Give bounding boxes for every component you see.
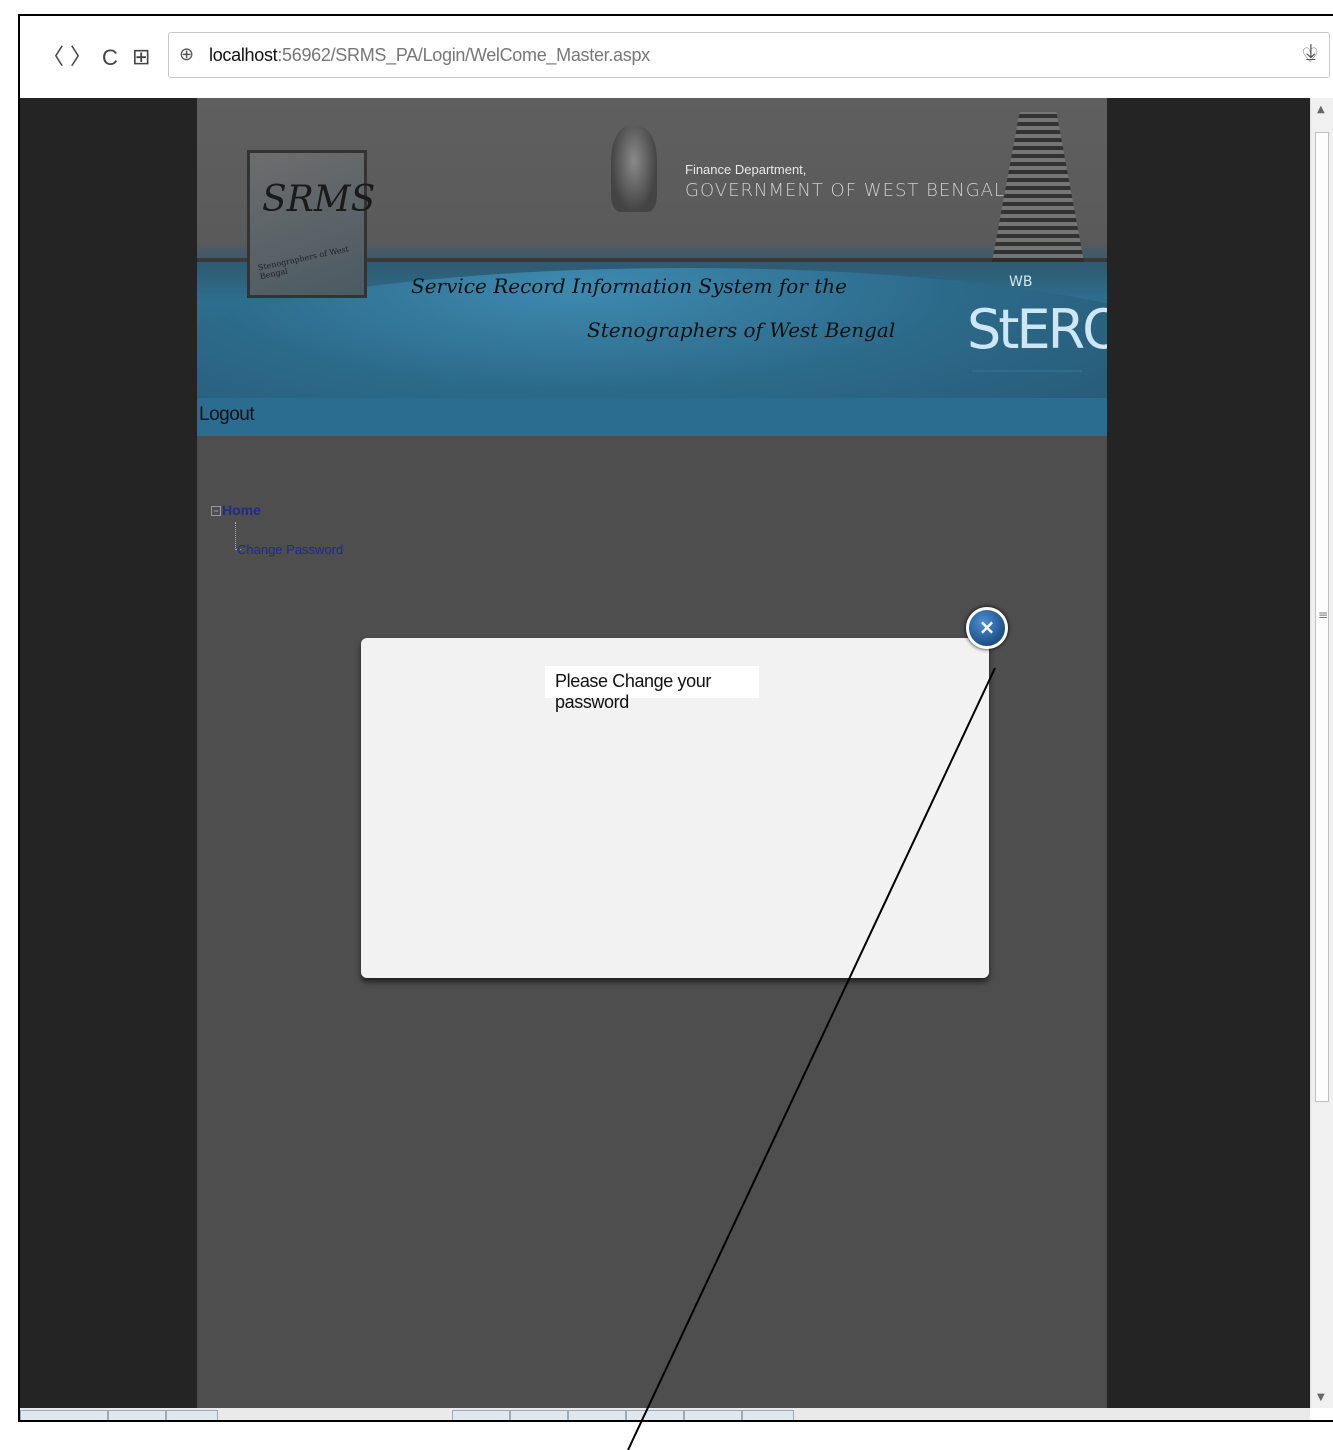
back-button[interactable]: 〈 [42,46,64,70]
modal-message: Please Change your password [545,666,759,712]
srms-logo: SRMS Stenographers of West Bengal [247,150,375,298]
finance-department-text: Finance Department, [685,162,807,177]
download-icon[interactable]: ⤓ [1306,40,1316,65]
url-text[interactable]: localhost:56962/SRMS_PA/Login/WelCome_Ma… [209,45,650,66]
tree-node-home[interactable]: − Home [211,502,261,518]
browser-toolbar: 〈 〉 C ⊞ ⊕ localhost:56962/SRMS_PA/Login/… [20,16,1333,96]
site-banner: SRMS Stenographers of West Bengal Financ… [197,98,1107,398]
reload-button[interactable]: C [102,46,118,70]
taskbar-strip [20,1408,1310,1420]
forward-button[interactable]: 〉 [70,46,92,70]
stero-wb-text: WB [1009,274,1033,290]
scroll-up-icon[interactable]: ▲ [1317,104,1325,115]
scroll-down-icon[interactable]: ▼ [1317,1392,1325,1403]
close-button[interactable]: × [966,607,1008,649]
password-modal: Please Change your password [361,638,989,978]
tree-home-label[interactable]: Home [222,502,261,518]
tagline-line2: Stenographers of West Bengal [587,318,896,342]
national-emblem-icon [611,126,657,212]
globe-icon: ⊕ [179,44,195,65]
tagline-line1: Service Record Information System for th… [411,274,848,298]
stero-logo: StERO [967,298,1107,361]
building-icon [992,112,1084,262]
menu-bar: Logout [197,398,1107,436]
vertical-scrollbar[interactable]: ▲ ≡ ▼ [1310,98,1333,1408]
government-text: GOVERNMENT OF WEST BENGAL [685,180,1006,201]
apps-icon[interactable]: ⊞ [132,46,150,70]
scrollbar-grip-icon: ≡ [1318,608,1329,622]
collapse-icon[interactable]: − [211,506,221,517]
tree-item-change-password[interactable]: Change Password [237,542,343,557]
address-bar[interactable]: ⊕ localhost:56962/SRMS_PA/Login/WelCome_… [168,32,1330,78]
logout-link[interactable]: Logout [199,404,255,426]
